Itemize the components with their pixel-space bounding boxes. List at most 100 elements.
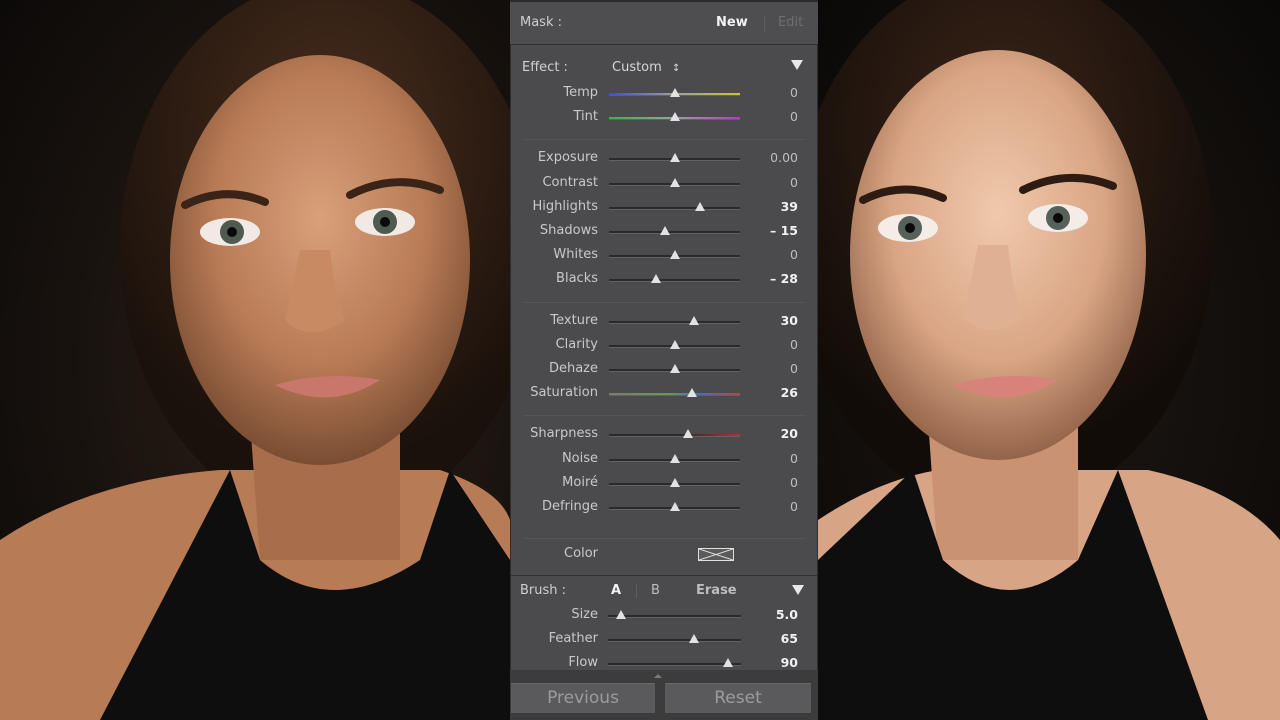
highlights-slider-thumb[interactable] <box>695 201 706 211</box>
before-photo <box>0 0 510 720</box>
shadows-value[interactable]: – 15 <box>738 223 798 239</box>
clarity-value[interactable]: 0 <box>738 337 798 353</box>
previous-button[interactable]: Previous <box>510 682 656 714</box>
sharpness-slider-thumb[interactable] <box>682 429 693 439</box>
temp-value[interactable]: 0 <box>738 85 798 101</box>
effect-preset-value: Custom <box>612 60 662 75</box>
noise-label: Noise <box>561 450 598 466</box>
texture-slider-track[interactable] <box>609 320 740 324</box>
highlights-slider-row: Highlights 39 <box>510 199 818 219</box>
flow-slider-thumb[interactable] <box>722 658 733 667</box>
texture-slider-thumb[interactable] <box>689 315 700 325</box>
dehaze-value[interactable]: 0 <box>738 361 798 377</box>
exposure-slider-row: Exposure 0.00 <box>510 150 818 170</box>
defringe-value[interactable]: 0 <box>738 499 798 515</box>
mask-row: Mask : New Edit <box>510 0 818 44</box>
brush-a-button[interactable]: A <box>611 583 621 598</box>
contrast-value[interactable]: 0 <box>738 175 798 191</box>
tint-slider-row: Tint 0 <box>510 109 818 129</box>
mask-new-button[interactable]: New <box>716 15 748 30</box>
saturation-slider-thumb[interactable] <box>686 388 697 398</box>
triangle-down-icon[interactable] <box>791 60 803 70</box>
brush-b-button[interactable]: B <box>651 583 660 598</box>
blacks-slider-row: Blacks – 28 <box>510 271 818 291</box>
noise-slider-row: Noise 0 <box>510 451 818 471</box>
feather-slider-row: Feather 65 <box>510 631 818 651</box>
tint-label: Tint <box>573 109 599 125</box>
highlights-label: Highlights <box>532 198 598 214</box>
sharpness-slider-track[interactable] <box>609 434 740 438</box>
contrast-label: Contrast <box>542 174 598 190</box>
separator <box>510 44 818 45</box>
clarity-slider-thumb[interactable] <box>669 339 680 349</box>
local-adjustment-panel: Mask : New Edit Effect : Custom ↕ Temp 0 T… <box>510 0 818 720</box>
noise-value[interactable]: 0 <box>738 451 798 467</box>
exposure-value[interactable]: 0.00 <box>738 150 798 166</box>
whites-label: Whites <box>553 247 598 263</box>
moire-slider-row: Moiré 0 <box>510 475 818 495</box>
flow-value[interactable]: 90 <box>738 655 798 671</box>
tint-value[interactable]: 0 <box>738 109 798 125</box>
reset-button[interactable]: Reset <box>664 682 812 714</box>
brush-divider <box>636 584 637 598</box>
highlights-value[interactable]: 39 <box>738 199 798 215</box>
temp-slider-row: Temp 0 <box>510 85 818 105</box>
whites-slider-row: Whites 0 <box>510 247 818 267</box>
contrast-slider-row: Contrast 0 <box>510 175 818 195</box>
blacks-slider-track[interactable] <box>609 279 740 283</box>
feather-slider-track[interactable] <box>608 639 741 642</box>
moire-value[interactable]: 0 <box>738 475 798 491</box>
size-slider-thumb[interactable] <box>616 610 627 619</box>
divider <box>524 301 806 303</box>
exposure-label: Exposure <box>537 150 598 166</box>
effect-preset-dropdown[interactable]: Custom ↕ <box>612 60 680 75</box>
defringe-slider-thumb[interactable] <box>669 502 680 511</box>
mask-label: Mask : <box>520 15 562 30</box>
dehaze-slider-thumb[interactable] <box>669 364 680 373</box>
saturation-value[interactable]: 26 <box>738 385 798 401</box>
contrast-slider-thumb[interactable] <box>669 177 680 187</box>
flow-label: Flow <box>568 655 598 670</box>
shadows-label: Shadows <box>539 223 598 238</box>
saturation-slider-row: Saturation 26 <box>510 385 818 405</box>
saturation-label: Saturation <box>530 385 598 401</box>
triangle-down-icon[interactable] <box>792 585 804 595</box>
blacks-slider-thumb[interactable] <box>651 274 662 284</box>
size-label: Size <box>571 607 598 622</box>
feather-slider-thumb[interactable] <box>689 634 700 643</box>
sharpness-value[interactable]: 20 <box>738 426 798 442</box>
size-slider-track[interactable] <box>608 615 741 618</box>
divider <box>524 139 806 141</box>
shadows-slider-track[interactable] <box>609 231 740 234</box>
temp-label: Temp <box>563 85 598 100</box>
saturation-slider-track[interactable] <box>609 393 740 397</box>
highlights-slider-track[interactable] <box>609 206 740 210</box>
moire-slider-thumb[interactable] <box>669 477 680 487</box>
tint-slider-thumb[interactable] <box>669 112 680 122</box>
feather-value[interactable]: 65 <box>738 631 798 647</box>
no-color-swatch-icon[interactable] <box>698 548 734 561</box>
divider <box>524 415 806 417</box>
temp-slider-thumb[interactable] <box>669 88 680 97</box>
flow-slider-track[interactable] <box>608 663 741 666</box>
clarity-slider-row: Clarity 0 <box>510 337 818 357</box>
brush-label: Brush : <box>520 583 567 598</box>
feather-label: Feather <box>548 631 598 646</box>
shadows-slider-thumb[interactable] <box>659 226 670 235</box>
dehaze-slider-row: Dehaze 0 <box>510 361 818 381</box>
texture-value[interactable]: 30 <box>738 313 798 329</box>
color-label: Color <box>564 546 598 561</box>
exposure-slider-thumb[interactable] <box>669 153 680 163</box>
whites-slider-thumb[interactable] <box>669 250 680 260</box>
brush-erase-button[interactable]: Erase <box>696 583 737 598</box>
resize-handle-icon[interactable] <box>654 674 662 678</box>
mask-edit-button[interactable]: Edit <box>778 15 803 30</box>
size-slider-row: Size 5.0 <box>510 607 818 627</box>
size-value[interactable]: 5.0 <box>738 607 798 623</box>
shadows-slider-row: Shadows – 15 <box>510 223 818 243</box>
noise-slider-thumb[interactable] <box>669 453 680 463</box>
whites-value[interactable]: 0 <box>738 247 798 263</box>
defringe-label: Defringe <box>541 499 598 514</box>
blacks-value[interactable]: – 28 <box>738 271 798 287</box>
moire-label: Moiré <box>562 474 598 490</box>
